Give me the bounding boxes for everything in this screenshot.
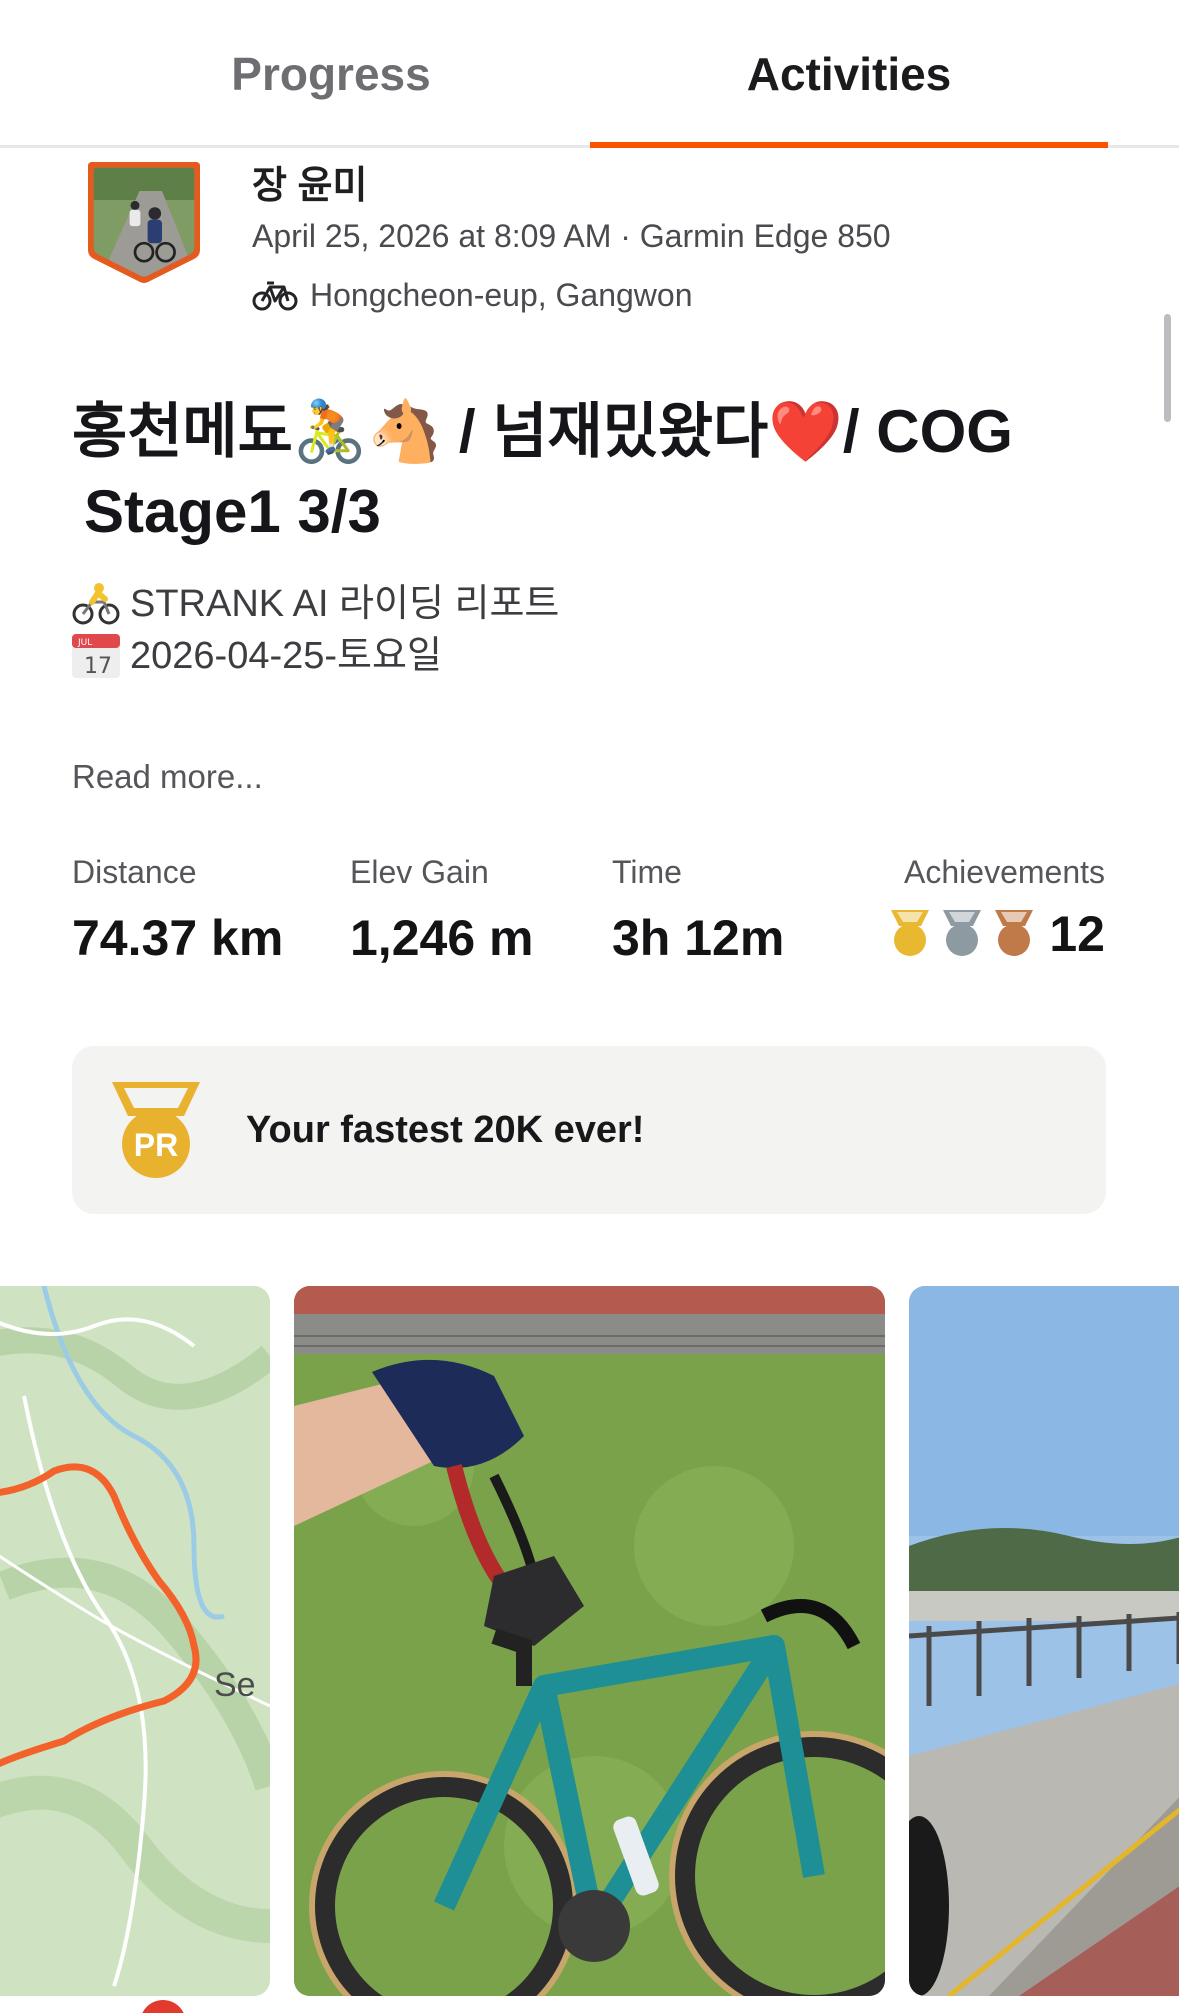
tab-bar: Progress Activities (0, 0, 1179, 148)
calendar-day: 17 (84, 654, 112, 678)
achievement-medals: 12 (887, 905, 1105, 963)
silver-medal-icon (943, 910, 982, 956)
calendar-icon: JUL 17 (72, 634, 120, 678)
stat-value: 3h 12m (612, 910, 785, 966)
active-tab-indicator (590, 142, 1108, 148)
athlete-avatar[interactable] (84, 158, 204, 288)
description-text-1: STRANK AI 라이딩 리포트 (130, 583, 560, 625)
description-line: STRANK AI 라이딩 리포트 (72, 578, 559, 630)
activity-title-line2: Stage1 3/3 (84, 478, 381, 545)
activity-photo-bridge[interactable] (909, 1286, 1179, 1996)
stat-value: 1,246 m (350, 910, 534, 966)
pr-highlight-card[interactable]: PR Your fastest 20K ever! (72, 1046, 1106, 1214)
read-more-link[interactable]: Read more... (72, 758, 263, 796)
bronze-medal-icon (995, 910, 1034, 956)
athlete-name[interactable]: 장 윤미 (252, 154, 367, 209)
stat-elev-gain: Elev Gain 1,246 m (350, 854, 533, 967)
stat-label: Distance (72, 854, 197, 890)
stat-time: Time 3h 12m (612, 854, 784, 967)
achievement-count: 12 (1049, 906, 1105, 962)
activity-screen: Progress Activities 장 윤미 April 25, 2026 … (0, 0, 1179, 2013)
stat-label: Elev Gain (350, 854, 489, 890)
cyclist-icon (72, 583, 120, 625)
description-line: JUL 17 2026-04-25-토요일 (72, 630, 559, 682)
route-map-thumbnail[interactable]: Se (0, 1286, 270, 1996)
tab-progress[interactable]: Progress (72, 0, 590, 148)
map-place-label: Se (214, 1666, 256, 1704)
gold-medal-icon (891, 910, 930, 956)
stat-distance: Distance 74.37 km (72, 854, 283, 967)
calendar-month: JUL (77, 638, 92, 648)
pr-text: Your fastest 20K ever! (246, 1108, 645, 1151)
description-text-2: 2026-04-25-토요일 (130, 635, 442, 677)
stat-label: Achievements (904, 854, 1105, 890)
activity-meta: April 25, 2026 at 8:09 AM · Garmin Edge … (252, 218, 891, 254)
stat-label: Time (612, 854, 682, 890)
bike-icon (252, 281, 298, 311)
pr-badge-label: PR (134, 1127, 178, 1163)
activity-description: STRANK AI 라이딩 리포트 JUL 17 2026-04-25-토요일 (72, 578, 559, 682)
stat-achievements[interactable]: Achievements 12 (887, 854, 1105, 963)
activity-location: Hongcheon-eup, Gangwon (252, 274, 693, 316)
activity-photo-bike[interactable] (294, 1286, 885, 1996)
activity-title[interactable]: 홍천메됴🚴🐴 / 넘재밌왔다❤️/ COG Stage1 3/3 (72, 392, 1092, 552)
activity-title-line1: 홍천메됴🚴🐴 / 넘재밌왔다❤️/ COG (72, 398, 1013, 465)
tab-activities[interactable]: Activities (590, 0, 1108, 148)
stat-value: 74.37 km (72, 910, 284, 966)
scrollbar[interactable] (1164, 314, 1171, 422)
location-label: Hongcheon-eup, Gangwon (310, 276, 693, 313)
pr-medal-icon: PR (112, 1082, 200, 1178)
